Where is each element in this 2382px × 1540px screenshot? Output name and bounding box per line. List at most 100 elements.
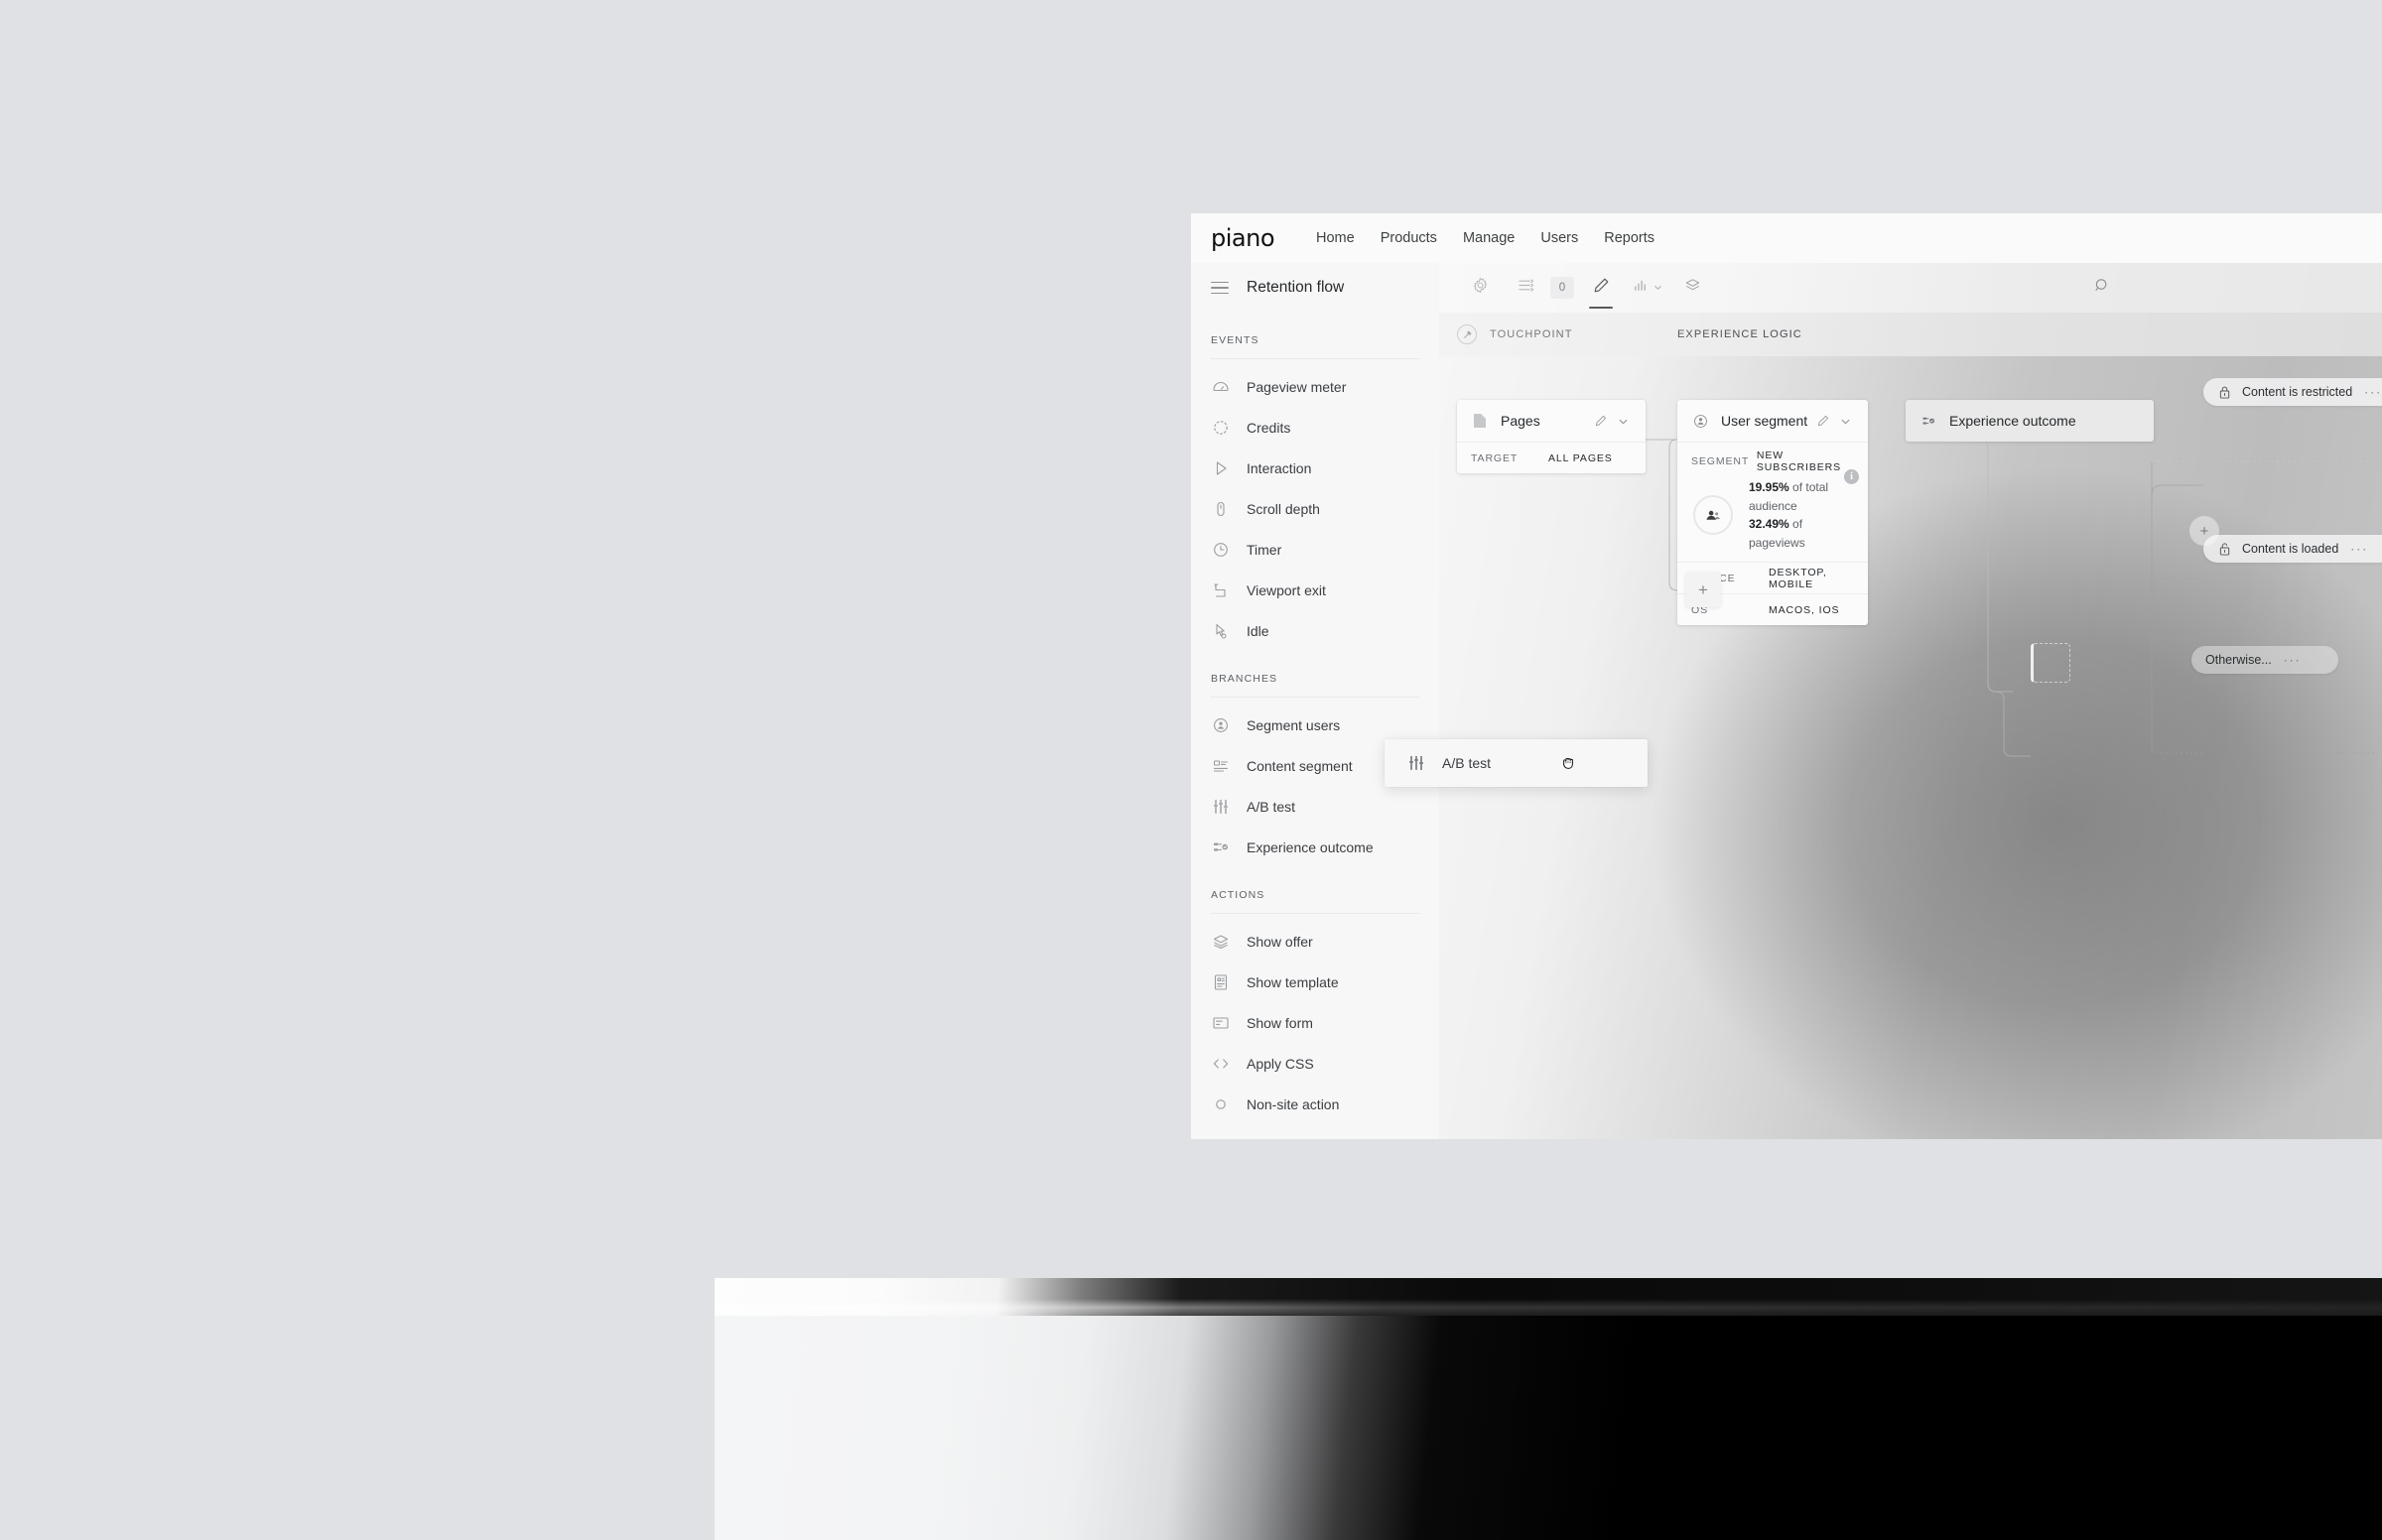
sidebar-item-label: Pageview meter bbox=[1247, 378, 1347, 395]
user-segment-collapse-button[interactable] bbox=[1834, 410, 1856, 432]
sidebar-item-pageview-meter[interactable]: Pageview meter bbox=[1191, 366, 1439, 407]
lock-open-icon bbox=[2217, 541, 2232, 558]
nav-item-reports[interactable]: Reports bbox=[1604, 230, 1654, 246]
sidebar-item-label: Content segment bbox=[1247, 757, 1353, 774]
drop-target-placeholder[interactable] bbox=[2031, 643, 2070, 683]
sidebar-item-label: Show offer bbox=[1247, 933, 1313, 950]
sidebar: Retention flow EVENTS Pageview meter Cre… bbox=[1191, 263, 1439, 1139]
outcome-pill-label: Content is loaded bbox=[2242, 542, 2339, 556]
ab-test-icon bbox=[1406, 753, 1426, 773]
otherwise-pill-more-button[interactable]: ··· bbox=[2284, 653, 2302, 667]
experience-outcome-card-title: Experience outcome bbox=[1949, 413, 2076, 429]
layers-icon bbox=[1683, 276, 1702, 300]
grabbing-hand-cursor bbox=[1559, 753, 1579, 773]
sidebar-item-interaction[interactable]: Interaction bbox=[1191, 448, 1439, 488]
nav-item-home[interactable]: Home bbox=[1316, 230, 1355, 246]
sidebar-item-label: Apply CSS bbox=[1247, 1055, 1314, 1072]
os-value: MACOS, IOS bbox=[1769, 603, 1840, 616]
gear-icon bbox=[1471, 276, 1490, 300]
sidebar-item-show-offer[interactable]: Show offer bbox=[1191, 921, 1439, 962]
plus-icon: + bbox=[1698, 579, 1708, 599]
bar-chart-icon bbox=[1632, 276, 1651, 300]
sidebar-item-label: Show template bbox=[1247, 973, 1339, 990]
piano-logo[interactable]: piano bbox=[1211, 224, 1275, 252]
sidebar-group-label-actions: ACTIONS bbox=[1211, 889, 1265, 901]
search-button[interactable] bbox=[2078, 263, 2124, 313]
sidebar-item-apply-css[interactable]: Apply CSS bbox=[1191, 1043, 1439, 1084]
ab-test-icon bbox=[1211, 797, 1231, 817]
sidebar-item-label: Viewport exit bbox=[1247, 581, 1326, 598]
user-segment-body: SEGMENT NEW SUBSCRIBERS 19.95% of total … bbox=[1677, 442, 1868, 562]
pages-target-key: TARGET bbox=[1471, 451, 1519, 464]
pencil-icon bbox=[1592, 276, 1611, 300]
sidebar-item-viewport-exit[interactable]: Viewport exit bbox=[1191, 570, 1439, 610]
sidebar-item-label: Show form bbox=[1247, 1014, 1313, 1031]
sidebar-item-experience-outcome[interactable]: Experience outcome bbox=[1191, 827, 1439, 867]
user-segment-card-header: User segment bbox=[1677, 400, 1868, 442]
column-header-label: TOUCHPOINT bbox=[1490, 328, 1573, 340]
sidebar-item-idle[interactable]: Idle bbox=[1191, 610, 1439, 651]
user-segment-stat-lines: 19.95% of total audience 32.49% of pagev… bbox=[1749, 478, 1854, 552]
plus-icon: + bbox=[2199, 522, 2209, 540]
column-header-touchpoint: TOUCHPOINT bbox=[1457, 313, 1573, 356]
nav-item-products[interactable]: Products bbox=[1381, 230, 1437, 246]
nav-item-manage[interactable]: Manage bbox=[1463, 230, 1515, 246]
experience-outcome-icon bbox=[1211, 837, 1231, 857]
stat-pageviews-value: 32.49% bbox=[1749, 517, 1789, 532]
sidebar-item-label: Idle bbox=[1247, 622, 1269, 639]
analytics-button[interactable] bbox=[1624, 263, 1669, 313]
segment-key: SEGMENT bbox=[1691, 455, 1750, 467]
sidebar-item-non-site-action[interactable]: Non-site action bbox=[1191, 1084, 1439, 1124]
sidebar-item-scroll-depth[interactable]: Scroll depth bbox=[1191, 488, 1439, 529]
edit-tool-button[interactable] bbox=[1578, 263, 1624, 313]
sidebar-item-label: Segment users bbox=[1247, 716, 1341, 733]
canvas-toolbar: 0 bbox=[1439, 263, 2382, 313]
user-circle-icon bbox=[1691, 412, 1709, 430]
sliders-icon bbox=[1517, 276, 1535, 300]
pages-collapse-button[interactable] bbox=[1612, 410, 1634, 432]
pages-node-card[interactable]: Pages TARGET ALL PAGES bbox=[1457, 400, 1646, 473]
outcome-pill-more-button[interactable]: ··· bbox=[2350, 542, 2368, 556]
hamburger-menu-icon[interactable] bbox=[1211, 281, 1229, 295]
outcome-pill-more-button[interactable]: ··· bbox=[2364, 385, 2382, 399]
chevron-down-icon bbox=[1654, 279, 1662, 297]
apply-css-icon bbox=[1211, 1054, 1231, 1074]
sidebar-item-label: Timer bbox=[1247, 541, 1282, 558]
canvas-column-headers: TOUCHPOINT EXPERIENCE LOGIC bbox=[1439, 313, 2382, 356]
sidebar-item-show-template[interactable]: Show template bbox=[1191, 962, 1439, 1002]
column-header-experience-logic: EXPERIENCE LOGIC bbox=[1677, 313, 1802, 356]
info-icon[interactable]: i bbox=[1844, 469, 1859, 484]
experience-outcome-node-card[interactable]: Experience outcome bbox=[1906, 400, 2154, 442]
outcome-pill-content-restricted[interactable]: Content is restricted ··· bbox=[2203, 378, 2382, 406]
sidebar-item-label: Interaction bbox=[1247, 459, 1312, 476]
page-icon bbox=[1471, 412, 1489, 430]
pageview-meter-icon bbox=[1211, 377, 1231, 397]
show-form-icon bbox=[1211, 1013, 1231, 1033]
stat-total-audience: 19.95% of total audience bbox=[1749, 478, 1854, 515]
experience-outcome-card-header: Experience outcome bbox=[1906, 400, 2154, 442]
outcome-pill-content-loaded[interactable]: Content is loaded ··· bbox=[2203, 535, 2382, 563]
layers-button[interactable] bbox=[1669, 263, 1715, 313]
otherwise-pill[interactable]: Otherwise... ··· bbox=[2191, 646, 2338, 674]
flow-canvas[interactable]: 0 TOUCHPOINT EXPERIENCE LOGIC Pages TARG… bbox=[1439, 263, 2382, 1139]
otherwise-pill-label: Otherwise... bbox=[2205, 653, 2272, 667]
filters-count-badge[interactable]: 0 bbox=[1550, 277, 1574, 299]
add-node-button[interactable]: + bbox=[1685, 572, 1721, 607]
flow-header: Retention flow bbox=[1191, 263, 1439, 313]
settings-button[interactable] bbox=[1457, 263, 1503, 313]
sidebar-item-timer[interactable]: Timer bbox=[1191, 529, 1439, 570]
nav-item-users[interactable]: Users bbox=[1540, 230, 1578, 246]
app-window: piano Home Products Manage Users Reports… bbox=[1191, 213, 2382, 1139]
drag-ghost-ab-test[interactable]: A/B test bbox=[1385, 739, 1648, 787]
idle-icon bbox=[1211, 621, 1231, 641]
sidebar-item-credits[interactable]: Credits bbox=[1191, 407, 1439, 448]
show-offer-icon bbox=[1211, 932, 1231, 952]
filters-button[interactable] bbox=[1503, 263, 1548, 313]
add-branch-button[interactable]: + bbox=[2189, 516, 2219, 546]
user-segment-card-title: User segment bbox=[1721, 413, 1808, 429]
user-segment-edit-button[interactable] bbox=[1812, 410, 1834, 432]
sidebar-item-ab-test[interactable]: A/B test bbox=[1191, 786, 1439, 827]
pages-edit-button[interactable] bbox=[1590, 410, 1612, 432]
device-mockup-bottom bbox=[715, 1278, 2382, 1540]
sidebar-item-show-form[interactable]: Show form bbox=[1191, 1002, 1439, 1043]
